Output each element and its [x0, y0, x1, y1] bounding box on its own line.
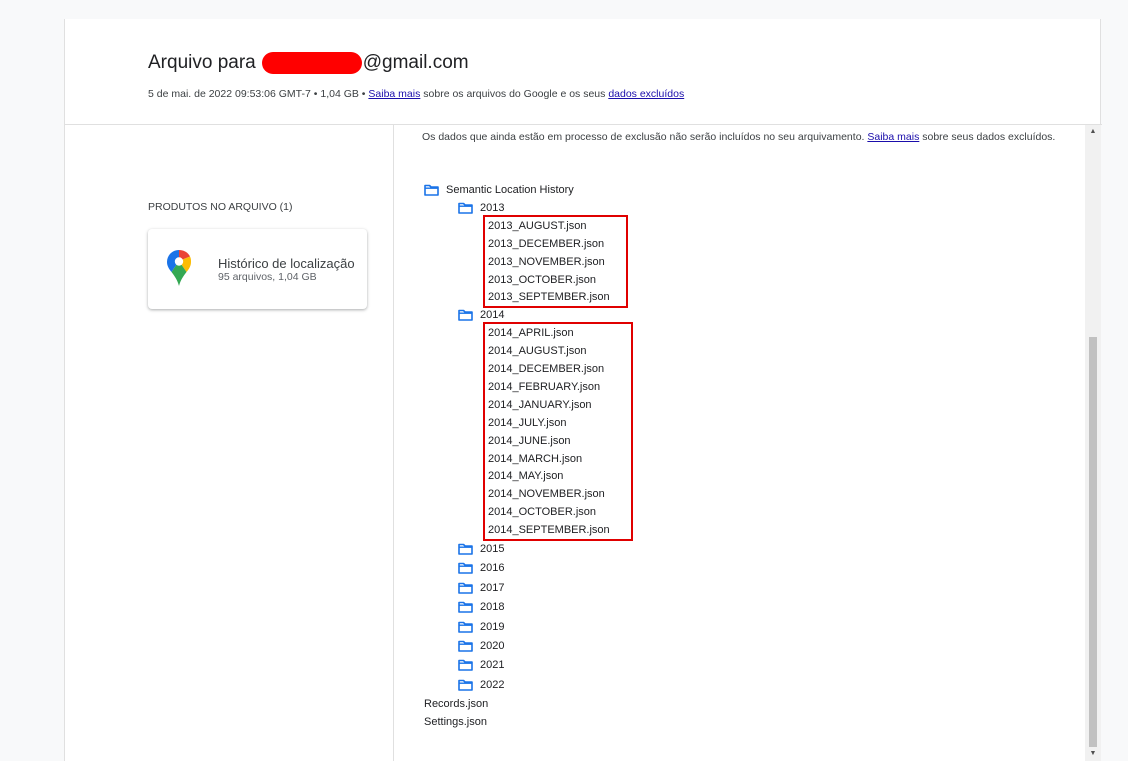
tree-folder-2019[interactable]: 2019: [458, 618, 504, 636]
folder-label: 2015: [480, 543, 505, 555]
tree-folder-2021[interactable]: 2021: [458, 656, 504, 674]
archive-card: Arquivo para @gmail.com 5 de mai. de 202…: [64, 19, 1102, 761]
products-sidebar: PRODUTOS NO ARQUIVO (1) Histórico de loc…: [65, 125, 394, 761]
folder-label: 2018: [480, 601, 505, 614]
file-label: Records.json: [424, 698, 489, 711]
folder-label: 2014: [480, 309, 505, 322]
archive-subtitle: 5 de mai. de 2022 09:53:06 GMT-7 • 1,04 …: [148, 88, 684, 100]
tree-folder-2020[interactable]: 2020: [458, 637, 504, 655]
folder-label: Semantic Location History: [446, 184, 574, 196]
file-label: Settings.json: [424, 716, 487, 729]
highlight-box: [483, 322, 633, 541]
tree-folder-2018[interactable]: 2018: [458, 598, 504, 616]
folder-icon: [458, 202, 473, 214]
folder-icon: [458, 660, 473, 672]
learn-more-link[interactable]: Saiba mais: [368, 88, 420, 100]
folder-label: 2020: [480, 640, 505, 652]
product-meta: 95 arquivos, 1,04 GB: [218, 271, 317, 283]
folder-label: 2016: [480, 562, 505, 575]
tree-root-file[interactable]: Settings.json: [424, 713, 487, 731]
folder-label: 2022: [480, 678, 505, 691]
archive-date-size: 5 de mai. de 2022 09:53:06 GMT-7 • 1,04 …: [148, 88, 366, 100]
folder-icon: [458, 601, 473, 613]
notice-learn-more-link[interactable]: Saiba mais: [867, 131, 919, 143]
folder-label: 2017: [480, 581, 505, 594]
folder-icon: [458, 582, 473, 594]
folder-icon: [458, 640, 473, 652]
folder-label: 2013: [480, 201, 505, 214]
subtitle-middle-text: sobre os arquivos do Google e os seus: [423, 88, 606, 100]
title-suffix: @gmail.com: [362, 52, 469, 73]
folder-label: 2019: [480, 620, 505, 633]
title-prefix: Arquivo para: [148, 52, 256, 73]
scroll-down-arrow-icon[interactable]: ▼: [1085, 747, 1101, 761]
notice-suffix: sobre seus dados excluídos.: [922, 131, 1056, 143]
scroll-up-arrow-icon[interactable]: ▲: [1085, 125, 1101, 139]
folder-icon: [458, 621, 473, 633]
scrollbar-thumb[interactable]: [1089, 337, 1097, 747]
tree-folder-2015[interactable]: 2015: [458, 540, 504, 558]
folder-label: 2021: [480, 659, 505, 672]
page-title: Arquivo para @gmail.com: [148, 49, 469, 77]
folder-icon: [424, 184, 439, 196]
vertical-scrollbar[interactable]: ▲ ▼: [1085, 125, 1101, 761]
redacted-email: [261, 52, 362, 74]
google-maps-pin-icon: [167, 250, 191, 286]
archive-header: Arquivo para @gmail.com 5 de mai. de 202…: [65, 19, 1102, 125]
tree-folder-semantic-location-history[interactable]: Semantic Location History: [424, 181, 574, 199]
tree-folder-2022[interactable]: 2022: [458, 676, 504, 694]
product-name: Histórico de localização: [218, 256, 355, 271]
folder-icon: [458, 543, 473, 555]
folder-icon: [458, 563, 473, 575]
folder-icon: [458, 309, 473, 322]
highlight-box: [483, 214, 628, 309]
deletion-notice: Os dados que ainda estão em processo de …: [422, 131, 1067, 143]
folder-icon: [458, 679, 473, 691]
file-tree-panel: Os dados que ainda estão em processo de …: [395, 125, 1085, 761]
notice-text: Os dados que ainda estão em processo de …: [422, 131, 865, 143]
products-label: PRODUTOS NO ARQUIVO (1): [148, 201, 293, 213]
product-card-location-history[interactable]: Histórico de localização 95 arquivos, 1,…: [148, 229, 367, 309]
tree-root-file[interactable]: Records.json: [424, 695, 488, 713]
deleted-data-link[interactable]: dados excluídos: [608, 88, 684, 100]
tree-folder-2017[interactable]: 2017: [458, 579, 504, 597]
tree-folder-2016[interactable]: 2016: [458, 559, 504, 577]
